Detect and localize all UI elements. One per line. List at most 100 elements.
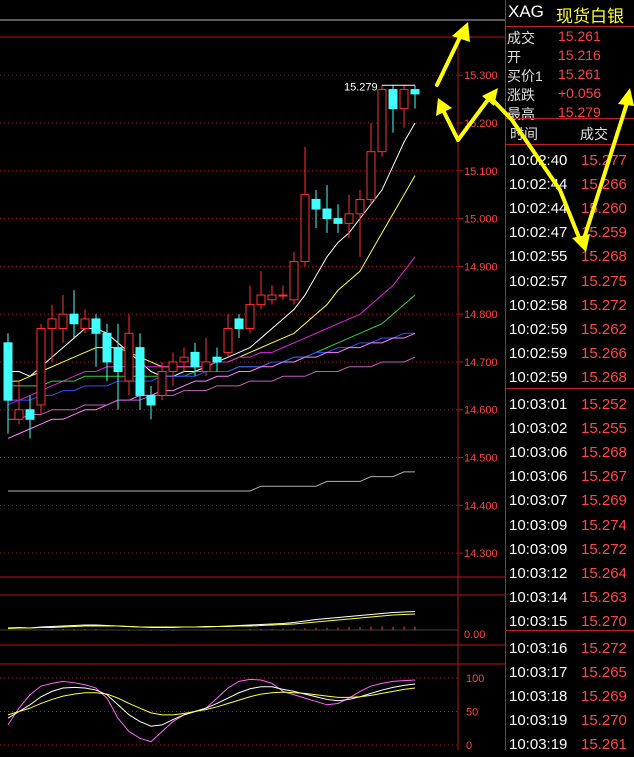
candle-body [190,351,200,368]
candle-body [47,318,57,330]
quote-value: +0.056 [558,85,602,101]
symbol-name: 现货白银 [556,7,624,26]
tick-row[interactable]: 10:03:06 15.267 [506,465,634,489]
tick-row[interactable]: 10:03:19 15.261 [506,733,634,757]
tick-price: 15.272 [581,540,627,558]
tick-time: 10:02:44 [509,200,568,218]
tick-row[interactable]: 10:02:59 15.262 [506,318,634,342]
tick-row[interactable]: 10:03:01 15.252 [506,393,634,417]
tick-row[interactable]: 10:03:18 15.269 [506,685,634,709]
quote-label: 成交 [507,30,535,46]
tick-row[interactable]: 10:03:09 15.274 [506,514,634,538]
tick-row[interactable]: 10:02:40 15.277 [506,149,634,173]
tick-time: 10:02:55 [509,248,568,266]
price-tick-label: 14.900 [464,261,498,273]
tick-price: 15.266 [581,176,627,194]
moving-average-line [8,294,416,387]
moving-average-line [8,356,416,420]
kdj-line [7,683,416,727]
tick-time: 10:02:44 [509,176,568,194]
moving-average-line [8,175,416,382]
tick-price: 15.268 [581,248,627,266]
tick-row[interactable]: 10:03:02 15.255 [506,417,634,441]
kdj-line [7,678,416,743]
price-tick-label: 15.000 [464,214,498,226]
tick-row[interactable]: 10:03:16 15.272 [506,637,634,661]
tick-time: 10:02:59 [509,344,568,362]
high-marker-label: 15.279 [344,81,378,93]
moving-average-line [8,122,416,377]
tick-row[interactable]: 10:02:59 15.266 [506,342,634,366]
tick-row[interactable]: 10:03:19 15.270 [506,709,634,733]
tick-row[interactable]: 10:03:14 15.263 [506,586,634,610]
tick-price: 15.270 [581,712,627,730]
candle-body [344,213,354,224]
tick-time: 10:02:40 [509,152,568,169]
tick-row[interactable]: 10:03:17 15.265 [506,661,634,685]
tick-price: 15.263 [581,588,627,606]
kline-chart-area[interactable]: 15.300 15.200 15.100 15.000 14.900 14.800 14.7… [0,0,505,750]
tick-price: 15.264 [581,564,627,582]
tick-time: 10:03:06 [509,468,568,486]
tick-row[interactable]: 10:02:58 15.272 [506,294,634,318]
candle-body [410,89,420,95]
candle-body [179,356,189,363]
candle-body [245,304,255,330]
tick-row[interactable]: 10:02:57 15.275 [506,270,634,294]
tick-row[interactable]: 10:02:47 15.259 [506,221,634,245]
tick-price: 15.272 [581,640,627,657]
tick-price: 15.260 [581,200,627,218]
tick-price: 15.268 [581,368,627,386]
tick-time: 10:03:15 [509,612,568,630]
tick-price: 15.252 [581,396,627,413]
tick-price: 15.275 [581,272,627,290]
tick-time: 10:03:19 [509,736,568,754]
tick-price: 15.266 [581,344,627,362]
tick-price: 15.261 [581,736,627,754]
candle-body [289,261,299,301]
price-tick-label: 15.300 [464,70,498,82]
ticks-header-time: 时间 [510,126,538,142]
tick-time: 10:03:19 [509,712,568,730]
tick-row[interactable]: 10:02:59 15.268 [506,366,634,390]
price-tick-label: 14.800 [464,309,498,321]
tick-time: 10:03:17 [509,664,568,682]
candle-body [25,409,35,420]
quote-label: 开 [507,49,521,65]
price-tick-label: 14.300 [464,548,498,560]
candle-body [256,294,266,306]
tick-price: 15.255 [581,420,627,438]
price-tick-label: 14.400 [464,500,498,512]
tick-row[interactable]: 10:03:07 15.269 [506,489,634,513]
tick-price: 15.270 [581,612,627,630]
tick-row[interactable]: 10:03:09 15.272 [506,538,634,562]
tick-group-divider [506,630,634,631]
tick-time: 10:03:18 [509,688,568,706]
tick-row[interactable]: 10:02:44 15.266 [506,173,634,197]
tick-time: 10:03:09 [509,540,568,558]
candle-body [124,332,134,382]
candle-body [223,328,233,353]
price-tick-label: 14.500 [464,453,498,465]
macd-line [7,611,416,629]
candle-body [388,89,398,110]
price-tick-label: 14.600 [464,405,498,417]
candle-body [267,294,277,301]
candle-body [146,394,156,406]
tick-price: 15.274 [581,516,627,534]
tick-price: 15.267 [581,468,627,486]
tick-row[interactable]: 10:03:12 15.264 [506,562,634,586]
tick-row[interactable]: 10:02:44 15.260 [506,197,634,221]
candle-body [377,89,387,153]
quote-value: 15.216 [558,47,601,63]
candle-body [212,356,222,363]
tick-group-divider [506,388,634,389]
candle-body [278,294,288,297]
candle-body [113,347,123,373]
kdj-tick-label: 50 [466,707,478,719]
tick-row[interactable]: 10:02:55 15.268 [506,245,634,269]
moving-average-line [8,471,415,492]
candle-body [333,218,343,224]
tick-row[interactable]: 10:03:06 15.268 [506,441,634,465]
quote-label: 买价1 [507,68,543,84]
